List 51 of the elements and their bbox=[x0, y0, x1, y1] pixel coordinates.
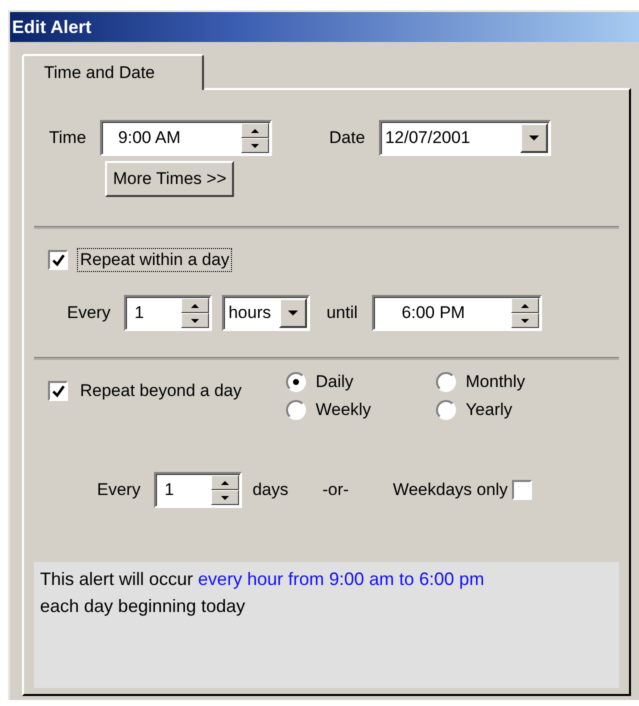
down-arrow-icon bbox=[221, 496, 230, 500]
separator-label: -or- bbox=[322, 480, 349, 500]
radio-label: Yearly bbox=[466, 400, 512, 420]
checkbox-label: Repeat within a day bbox=[78, 249, 232, 271]
more-times-button[interactable]: More Times >> bbox=[105, 161, 234, 197]
spin-down-button[interactable] bbox=[510, 313, 539, 328]
up-arrow-icon bbox=[520, 304, 529, 308]
down-arrow-icon bbox=[251, 144, 260, 148]
checkbox[interactable] bbox=[512, 480, 532, 500]
field-label: Every bbox=[97, 480, 140, 500]
spin-up-button[interactable] bbox=[510, 298, 539, 313]
until-time-field[interactable]: 6:00 PM bbox=[372, 295, 542, 331]
field-label: days bbox=[252, 480, 288, 500]
field-label: Every bbox=[67, 303, 110, 323]
tab[interactable]: Time and Date bbox=[22, 54, 204, 90]
spin-up-button[interactable] bbox=[241, 123, 270, 138]
checkbox[interactable] bbox=[48, 381, 68, 401]
spin-down-button[interactable] bbox=[181, 313, 210, 328]
days-interval-field[interactable]: 1 bbox=[154, 472, 242, 508]
up-arrow-icon bbox=[221, 480, 230, 484]
radio-label: Weekly bbox=[316, 400, 372, 420]
down-arrow-icon bbox=[529, 135, 540, 141]
spin-down-button[interactable] bbox=[241, 138, 270, 153]
radio-button[interactable] bbox=[286, 400, 306, 420]
interval-field[interactable]: 1 bbox=[124, 295, 212, 331]
field-label: until bbox=[326, 303, 358, 323]
checkbox-label: Weekdays only bbox=[392, 480, 508, 500]
up-arrow-icon bbox=[191, 304, 200, 308]
radio-button[interactable] bbox=[436, 372, 456, 392]
field-label: Time bbox=[49, 128, 86, 148]
up-arrow-icon bbox=[251, 128, 260, 132]
dropdown-button[interactable] bbox=[520, 123, 548, 153]
radio-button[interactable] bbox=[436, 400, 456, 420]
field-label: Date bbox=[329, 128, 366, 148]
radio-button[interactable] bbox=[286, 372, 306, 392]
dropdown-button[interactable] bbox=[279, 298, 308, 328]
radio-label: Daily bbox=[316, 372, 354, 392]
spin-down-button[interactable] bbox=[211, 490, 240, 505]
date-field[interactable]: 12/07/2001 bbox=[379, 120, 552, 156]
down-arrow-icon bbox=[288, 310, 298, 316]
time-field[interactable]: 9:00 AM bbox=[100, 120, 272, 156]
down-arrow-icon bbox=[520, 318, 529, 322]
summary-text: This alert will occur every hour from 9:00 am to 6:00 pm each day beginning today bbox=[40, 568, 486, 618]
radio-label: Monthly bbox=[466, 372, 526, 392]
checkbox[interactable] bbox=[48, 250, 68, 270]
window-title: Edit Alert bbox=[12, 16, 92, 38]
unit-dropdown[interactable]: hours bbox=[222, 295, 310, 331]
spin-up-button[interactable] bbox=[211, 475, 240, 490]
spin-up-button[interactable] bbox=[181, 298, 210, 313]
checkbox-label: Repeat beyond a day bbox=[79, 380, 243, 402]
down-arrow-icon bbox=[191, 318, 200, 322]
